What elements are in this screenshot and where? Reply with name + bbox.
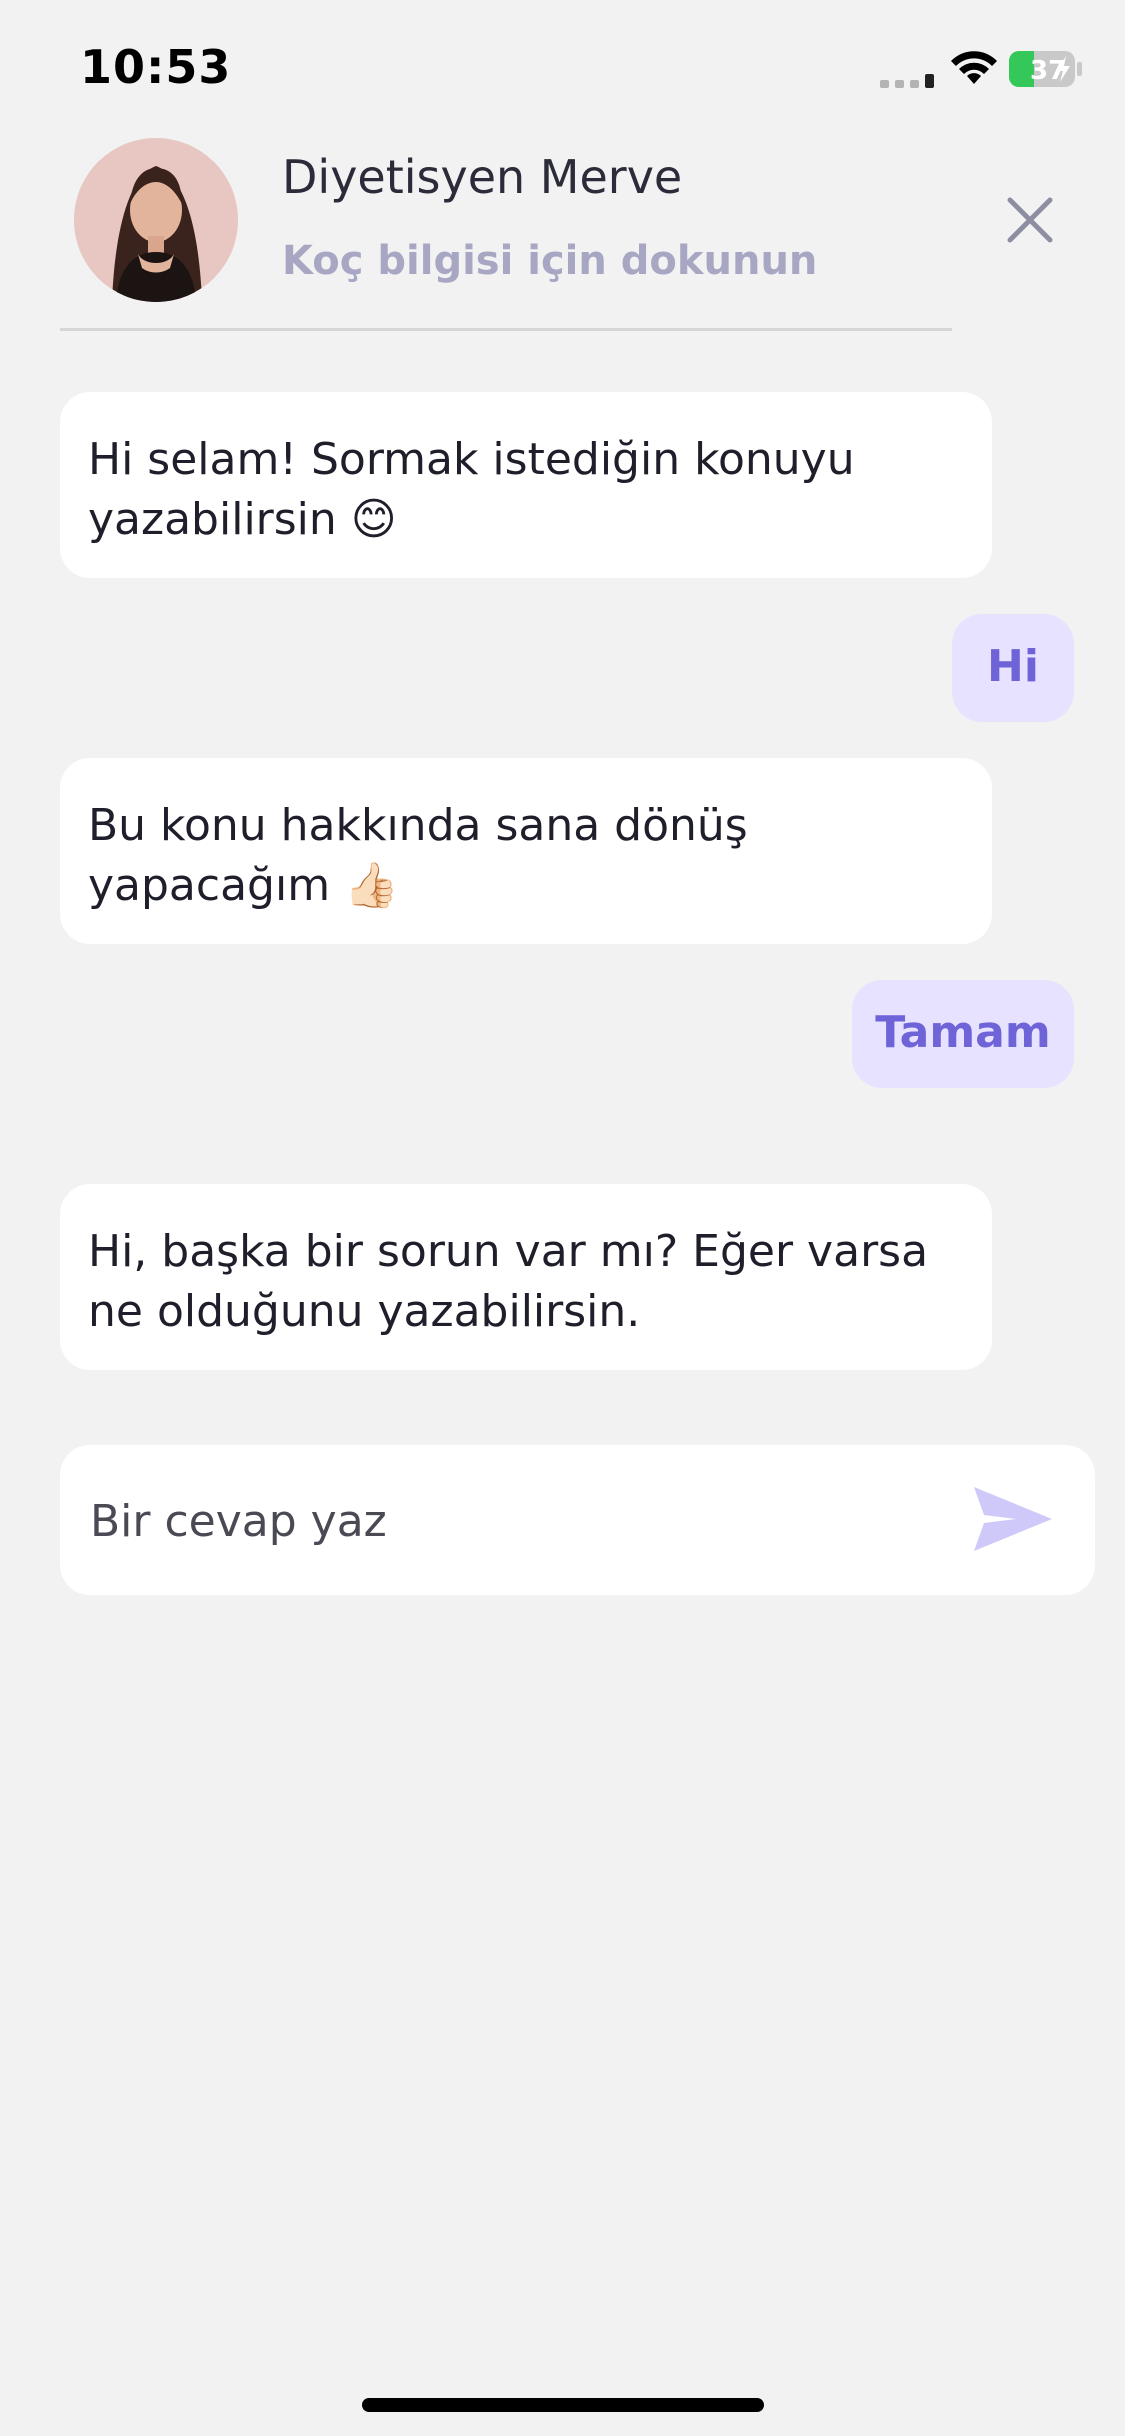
incoming-message: Hi, başka bir sorun var mı? Eğer varsa n… (60, 1184, 992, 1370)
chat-header: Diyetisyen Merve Koç bilgisi için dokunu… (0, 130, 1125, 330)
reply-composer (60, 1445, 1095, 1597)
wifi-icon (951, 51, 997, 84)
incoming-message: Bu konu hakkında sana dönüş yapacağım 👍🏻 (60, 758, 992, 944)
coach-name[interactable]: Diyetisyen Merve (282, 150, 682, 204)
home-indicator[interactable] (362, 2398, 764, 2412)
message-text: Bu konu hakkında sana dönüş yapacağım 👍🏻 (88, 800, 748, 911)
message-text: Hi, başka bir sorun var mı? Eğer varsa n… (88, 1226, 929, 1337)
message-text: Tamam (875, 1007, 1051, 1058)
send-icon[interactable] (972, 1483, 1054, 1555)
coach-info-link[interactable]: Koç bilgisi için dokunun (282, 238, 817, 284)
outgoing-message: Tamam (852, 980, 1074, 1088)
coach-avatar[interactable] (74, 138, 238, 302)
cellular-signal-icon (880, 74, 934, 88)
status-time: 10:53 (80, 40, 232, 94)
battery-icon: 37 (1009, 51, 1082, 87)
message-text: Hi selam! Sormak istediğin konuyu yazabi… (88, 434, 855, 545)
message-text: Hi (987, 641, 1039, 692)
status-bar: 10:53 37 (0, 0, 1125, 140)
avatar-photo (74, 138, 238, 302)
outgoing-message: Hi (952, 614, 1074, 722)
incoming-message: Hi selam! Sormak istediğin konuyu yazabi… (60, 392, 992, 578)
header-divider (60, 328, 952, 331)
close-icon[interactable] (998, 188, 1062, 252)
reply-input[interactable] (88, 1445, 972, 1597)
